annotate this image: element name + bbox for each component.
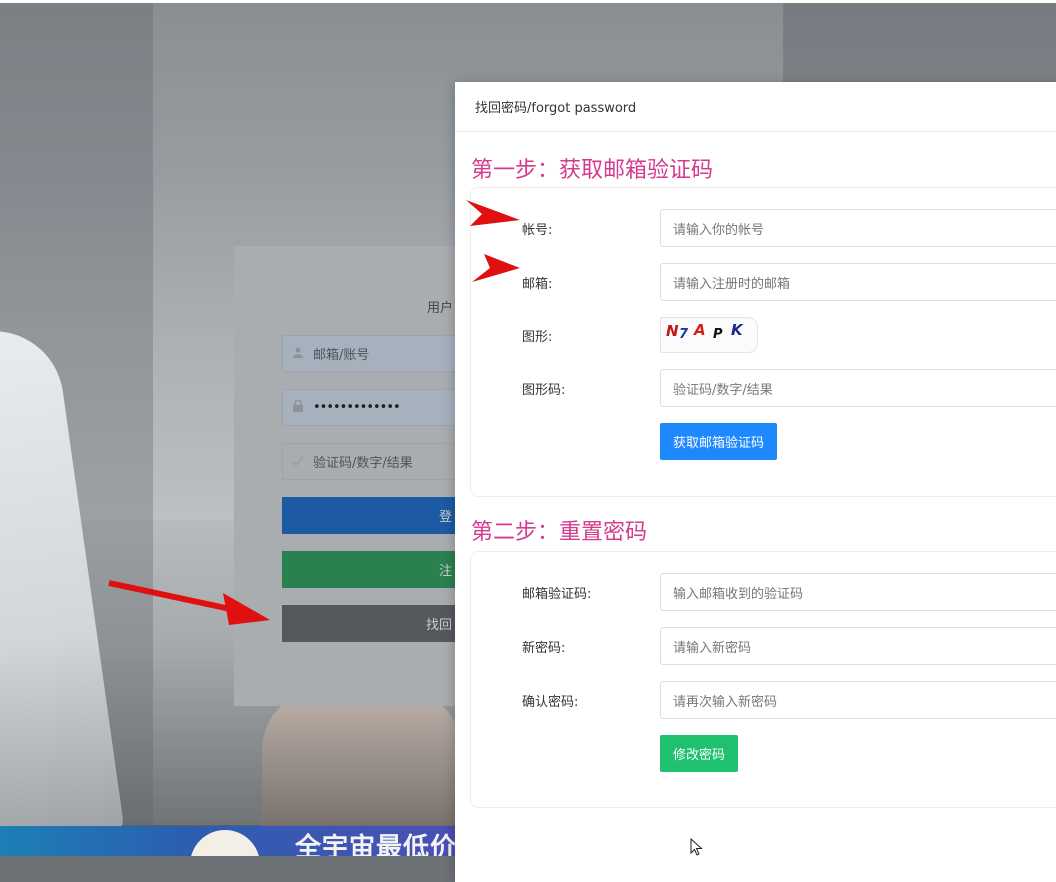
login-captcha-field[interactable]: 验证码/数字/结果 xyxy=(282,443,456,480)
captcha-char-4: P xyxy=(713,327,723,342)
login-button-label: 登 xyxy=(438,510,452,525)
image-code-input[interactable]: 验证码/数字/结果 xyxy=(660,369,1056,407)
banner-text: 全宇宙最低价 xyxy=(295,832,458,856)
user-icon xyxy=(283,347,313,361)
step2-card: 邮箱验证码: 输入邮箱收到的验证码 新密码: 请输入新密码 确认密码: 请再次输… xyxy=(470,551,1056,808)
captcha-image[interactable]: N 7 A P K xyxy=(660,317,758,353)
account-placeholder: 请输入你的帐号 xyxy=(673,222,765,238)
modal-title: 找回密码/forgot password xyxy=(475,101,637,116)
login-password-field[interactable]: ••••••••••••• xyxy=(282,389,456,426)
login-card: 用户 邮箱/账号 ••••••••••••• 验证码/数字/结果 登 注 找回 xyxy=(234,246,456,706)
captcha-char-2: 7 xyxy=(679,327,689,342)
check-icon xyxy=(283,455,313,469)
email-label: 邮箱: xyxy=(522,277,553,292)
find-password-button[interactable]: 找回 xyxy=(282,605,456,642)
new-password-placeholder: 请输入新密码 xyxy=(673,640,752,656)
email-code-placeholder: 输入邮箱收到的验证码 xyxy=(673,586,804,602)
email-code-label: 邮箱验证码: xyxy=(522,587,592,602)
login-title: 用户 xyxy=(427,301,454,316)
find-password-button-label: 找回 xyxy=(425,618,452,633)
register-button-label: 注 xyxy=(438,564,452,579)
login-username-placeholder: 邮箱/账号 xyxy=(313,348,370,363)
image-code-placeholder: 验证码/数字/结果 xyxy=(673,382,773,398)
step1-title: 第一步：获取邮箱验证码 xyxy=(471,158,714,183)
account-input[interactable]: 请输入你的帐号 xyxy=(660,209,1056,247)
account-label: 帐号: xyxy=(522,223,553,238)
image-captcha-label: 图形: xyxy=(522,330,553,345)
ad-banner[interactable]: 全宇宙最低价 xyxy=(0,826,460,856)
email-placeholder: 请输入注册时的邮箱 xyxy=(673,276,791,292)
login-button[interactable]: 登 xyxy=(282,497,456,534)
login-username-field[interactable]: 邮箱/账号 xyxy=(282,335,456,372)
email-code-input[interactable]: 输入邮箱收到的验证码 xyxy=(660,573,1056,611)
mouse-cursor-icon xyxy=(690,838,703,856)
confirm-password-placeholder: 请再次输入新密码 xyxy=(673,694,778,710)
login-password-value: ••••••••••••• xyxy=(313,400,401,415)
new-password-input[interactable]: 请输入新密码 xyxy=(660,627,1056,665)
confirm-password-label: 确认密码: xyxy=(522,695,579,710)
change-password-button[interactable]: 修改密码 xyxy=(660,735,739,772)
step2-title: 第二步：重置密码 xyxy=(471,520,648,545)
modal-header: 找回密码/forgot password xyxy=(455,82,1056,132)
image-code-label: 图形码: xyxy=(522,383,566,398)
register-button[interactable]: 注 xyxy=(282,551,456,588)
captcha-char-3: A xyxy=(694,321,706,339)
banner-logo xyxy=(190,830,260,856)
lock-icon xyxy=(283,399,313,415)
step1-card: 帐号: 请输入你的帐号 邮箱: 请输入注册时的邮箱 图形: N 7 A P K … xyxy=(470,187,1056,497)
forgot-password-modal: 找回密码/forgot password 第一步：获取邮箱验证码 帐号: 请输入… xyxy=(455,82,1056,882)
email-input[interactable]: 请输入注册时的邮箱 xyxy=(660,263,1056,301)
confirm-password-input[interactable]: 请再次输入新密码 xyxy=(660,681,1056,719)
background-figure xyxy=(262,690,462,830)
captcha-char-1: N xyxy=(666,322,679,340)
login-captcha-placeholder: 验证码/数字/结果 xyxy=(313,456,413,471)
get-email-code-button[interactable]: 获取邮箱验证码 xyxy=(660,423,778,460)
new-password-label: 新密码: xyxy=(522,641,566,656)
captcha-char-5: K xyxy=(731,321,743,339)
